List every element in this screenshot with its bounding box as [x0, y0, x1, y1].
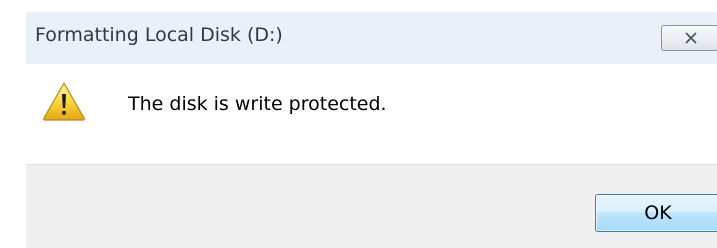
error-dialog: Formatting Local Disk (D:) The disk is w… — [0, 0, 717, 248]
title-bar[interactable]: Formatting Local Disk (D:) — [26, 12, 717, 64]
close-icon — [685, 32, 697, 44]
dialog-content: The disk is write protected. — [26, 64, 717, 164]
dialog-message: The disk is write protected. — [128, 93, 387, 115]
window-frame — [0, 0, 26, 248]
warning-icon — [43, 82, 85, 121]
close-button[interactable] — [661, 25, 717, 51]
ok-button[interactable]: OK — [595, 194, 717, 232]
dialog-footer: OK — [26, 164, 717, 248]
dialog-title: Formatting Local Disk (D:) — [35, 24, 283, 46]
